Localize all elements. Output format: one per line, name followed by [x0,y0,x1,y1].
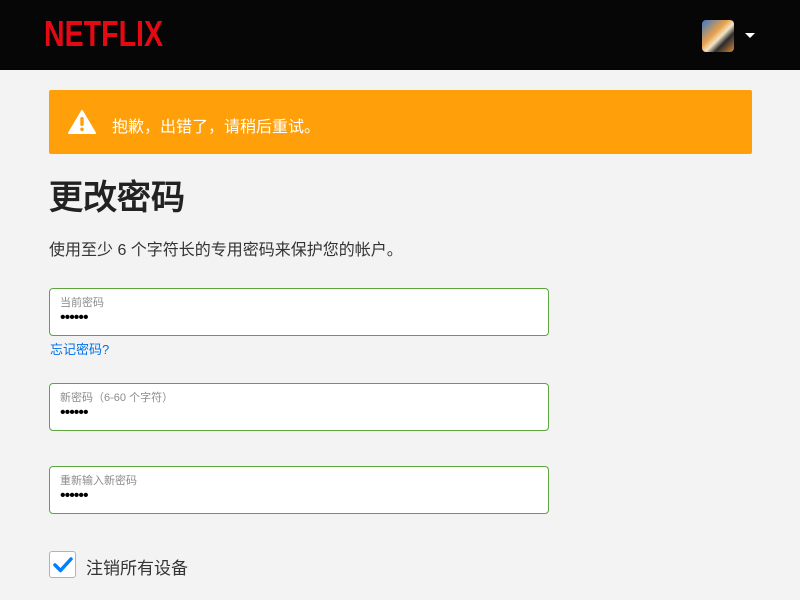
field-label: 当前密码 [60,297,104,309]
signout-all-devices-label[interactable]: 注销所有设备 [86,554,188,579]
new-password-field[interactable]: 新密码（6-60 个字符） •••••• [49,383,549,431]
alert-message: 抱歉，出错了，请稍后重试。 [112,119,321,136]
warning-icon [68,110,96,134]
checkmark-icon [53,557,73,573]
netflix-logo[interactable]: NETFLIX [44,14,164,50]
field-label: 新密码（6-60 个字符） [60,392,174,404]
field-value: •••••• [60,487,89,504]
page-title: 更改密码 [49,179,185,217]
field-value: •••••• [60,309,89,326]
caret-down-icon[interactable] [745,33,755,38]
confirm-password-field[interactable]: 重新输入新密码 •••••• [49,466,549,514]
signout-all-devices-checkbox[interactable] [49,551,76,578]
profile-avatar[interactable] [702,20,734,52]
svg-text:NETFLIX: NETFLIX [44,14,163,50]
field-value: •••••• [60,404,89,421]
current-password-field[interactable]: 当前密码 •••••• [49,288,549,336]
forgot-password-link[interactable]: 忘记密码? [50,339,109,358]
field-label: 重新输入新密码 [60,475,137,487]
description: 使用至少 6 个字符长的专用密码来保护您的帐户。 [49,242,403,259]
error-alert: 抱歉，出错了，请稍后重试。 [49,90,752,154]
header: NETFLIX [0,0,800,70]
